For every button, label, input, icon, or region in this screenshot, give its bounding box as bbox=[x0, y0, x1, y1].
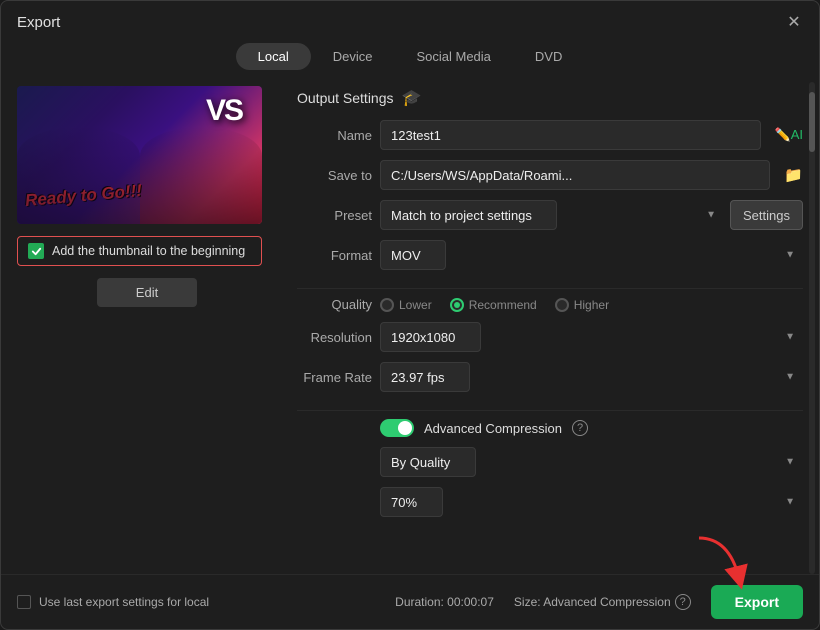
tab-local[interactable]: Local bbox=[236, 43, 311, 70]
bottom-right: Duration: 00:00:07 Size: Advanced Compre… bbox=[395, 585, 803, 619]
quality-percent-select[interactable]: 70% bbox=[380, 487, 443, 517]
main-content: VS Ready to Go!!! Add the thumbnail to t… bbox=[1, 82, 819, 574]
preset-row: Preset Match to project settings ▼ Setti… bbox=[297, 200, 803, 230]
output-settings-label: Output Settings bbox=[297, 90, 394, 106]
frame-rate-select-wrap: 23.97 fps ▼ bbox=[380, 362, 803, 392]
graduate-icon: 🎓 bbox=[402, 88, 422, 108]
format-select[interactable]: MOV bbox=[380, 240, 446, 270]
name-input[interactable] bbox=[380, 120, 761, 150]
advanced-help-icon[interactable]: ? bbox=[572, 420, 588, 436]
bottom-bar: Use last export settings for local Durat… bbox=[1, 574, 819, 629]
thumbnail-checkbox-label: Add the thumbnail to the beginning bbox=[52, 244, 245, 258]
thumbnail-checkbox-row[interactable]: Add the thumbnail to the beginning bbox=[17, 236, 262, 266]
scrollbar[interactable] bbox=[809, 82, 815, 574]
frame-rate-select[interactable]: 23.97 fps bbox=[380, 362, 470, 392]
folder-icon[interactable]: 📁 bbox=[784, 166, 803, 184]
quality-percent-select-wrap: 70% ▼ bbox=[380, 487, 803, 517]
resolution-select[interactable]: 1920x1080 bbox=[380, 322, 481, 352]
settings-button[interactable]: Settings bbox=[730, 200, 803, 230]
by-quality-select-wrap: By Quality ▼ bbox=[380, 447, 803, 477]
vs-text: VS bbox=[206, 94, 242, 128]
preset-chevron-icon: ▼ bbox=[706, 210, 716, 221]
duration-text: Duration: 00:00:07 bbox=[395, 595, 494, 609]
format-select-wrap: MOV ▼ bbox=[380, 240, 803, 270]
quality-recommend[interactable]: Recommend bbox=[450, 298, 537, 312]
name-input-group bbox=[380, 120, 761, 150]
close-button[interactable]: ✕ bbox=[785, 13, 803, 31]
preset-select[interactable]: Match to project settings bbox=[380, 200, 557, 230]
quality-recommend-label: Recommend bbox=[469, 298, 537, 312]
quality-higher-radio[interactable] bbox=[555, 298, 569, 312]
export-window: Export ✕ Local Device Social Media DVD V… bbox=[0, 0, 820, 630]
save-to-label: Save to bbox=[297, 168, 372, 183]
by-quality-chevron-icon: ▼ bbox=[785, 457, 795, 468]
quality-label: Quality bbox=[297, 297, 372, 312]
edit-button[interactable]: Edit bbox=[97, 278, 197, 307]
by-quality-select[interactable]: By Quality bbox=[380, 447, 476, 477]
quality-percent-row: 70% ▼ bbox=[297, 487, 803, 517]
quality-lower-label: Lower bbox=[399, 298, 432, 312]
bottom-left: Use last export settings for local bbox=[17, 595, 209, 609]
format-label: Format bbox=[297, 248, 372, 263]
resolution-label: Resolution bbox=[297, 330, 372, 345]
thumbnail-preview: VS Ready to Go!!! bbox=[17, 86, 262, 224]
quality-higher[interactable]: Higher bbox=[555, 298, 609, 312]
size-label: Size: Advanced Compression bbox=[514, 595, 671, 609]
title-bar: Export ✕ bbox=[1, 1, 819, 39]
frame-rate-chevron-icon: ▼ bbox=[785, 372, 795, 383]
preset-wrapper: Match to project settings ▼ Settings bbox=[380, 200, 803, 230]
resolution-row: Resolution 1920x1080 ▼ bbox=[297, 322, 803, 352]
tab-social-media[interactable]: Social Media bbox=[394, 43, 512, 70]
export-button[interactable]: Export bbox=[711, 585, 803, 619]
preset-label: Preset bbox=[297, 208, 372, 223]
quality-row: Quality Lower Recommend Higher bbox=[297, 297, 803, 312]
tab-dvd[interactable]: DVD bbox=[513, 43, 584, 70]
format-chevron-icon: ▼ bbox=[785, 250, 795, 261]
advanced-label: Advanced Compression bbox=[424, 421, 562, 436]
by-quality-row: By Quality ▼ bbox=[297, 447, 803, 477]
thumbnail-checkbox[interactable] bbox=[28, 243, 44, 259]
tabs-row: Local Device Social Media DVD bbox=[1, 39, 819, 82]
ai-icon[interactable]: ✏️AI bbox=[775, 127, 803, 143]
divider-1 bbox=[297, 288, 803, 289]
quality-higher-label: Higher bbox=[574, 298, 609, 312]
resolution-chevron-icon: ▼ bbox=[785, 332, 795, 343]
divider-2 bbox=[297, 410, 803, 411]
save-to-row: Save to 📁 bbox=[297, 160, 803, 190]
save-to-input-group bbox=[380, 160, 770, 190]
size-help-icon[interactable]: ? bbox=[675, 594, 691, 610]
quality-radio-group: Lower Recommend Higher bbox=[380, 298, 803, 312]
use-last-settings-checkbox[interactable] bbox=[17, 595, 31, 609]
frame-rate-label: Frame Rate bbox=[297, 370, 372, 385]
preset-select-wrap: Match to project settings ▼ bbox=[380, 200, 724, 230]
right-panel: Output Settings 🎓 Name ✏️AI Save to 📁 bbox=[297, 82, 803, 574]
toggle-knob bbox=[398, 421, 412, 435]
save-to-input[interactable] bbox=[380, 160, 770, 190]
resolution-select-wrap: 1920x1080 ▼ bbox=[380, 322, 803, 352]
tab-device[interactable]: Device bbox=[311, 43, 395, 70]
quality-percent-chevron-icon: ▼ bbox=[785, 497, 795, 508]
advanced-compression-row: Advanced Compression ? bbox=[297, 419, 803, 437]
window-title: Export bbox=[17, 14, 60, 31]
quality-lower[interactable]: Lower bbox=[380, 298, 432, 312]
quality-recommend-radio[interactable] bbox=[450, 298, 464, 312]
name-row: Name ✏️AI bbox=[297, 120, 803, 150]
scrollbar-thumb[interactable] bbox=[809, 92, 815, 152]
size-text: Size: Advanced Compression ? bbox=[514, 594, 691, 610]
output-settings-header: Output Settings 🎓 bbox=[297, 82, 803, 120]
left-panel: VS Ready to Go!!! Add the thumbnail to t… bbox=[17, 82, 277, 574]
advanced-toggle[interactable] bbox=[380, 419, 414, 437]
quality-lower-radio[interactable] bbox=[380, 298, 394, 312]
name-label: Name bbox=[297, 128, 372, 143]
use-last-settings-label: Use last export settings for local bbox=[39, 595, 209, 609]
frame-rate-row: Frame Rate 23.97 fps ▼ bbox=[297, 362, 803, 392]
format-row: Format MOV ▼ bbox=[297, 240, 803, 270]
